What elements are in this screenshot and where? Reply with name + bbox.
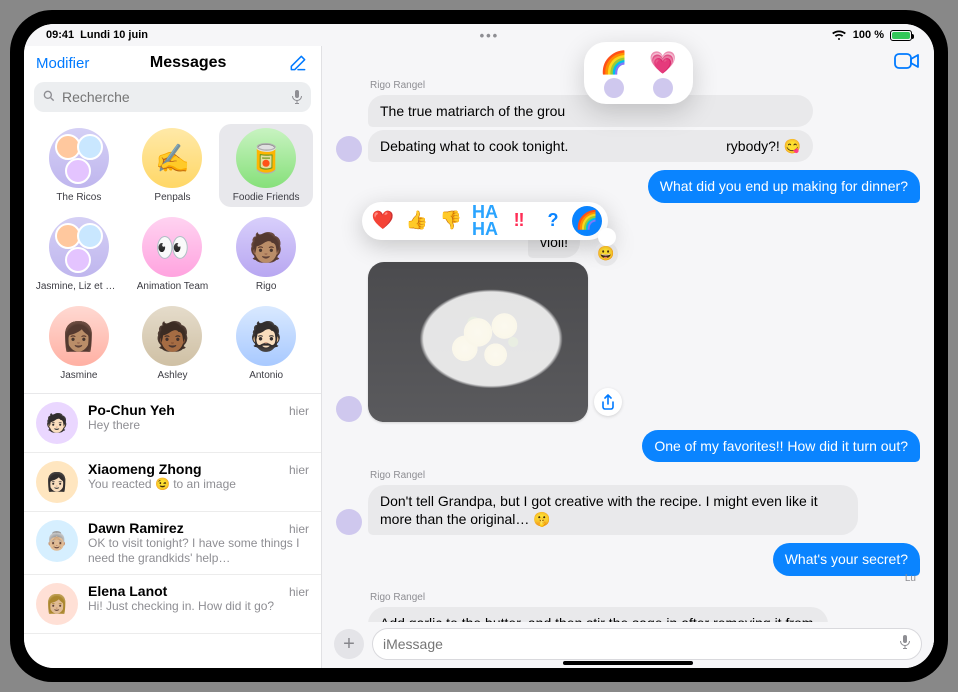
rainbow-icon: 🌈 <box>600 50 627 76</box>
list-item[interactable]: 👩🏼 Elena Lanothier Hi! Just checking in.… <box>24 575 321 634</box>
reaction-rainbow[interactable]: 🌈 <box>600 50 627 98</box>
conv-preview: OK to visit tonight? I have some things … <box>88 536 309 566</box>
conv-name: Xiaomeng Zhong <box>88 461 289 477</box>
list-item[interactable]: 👩🏻 Xiaomeng Zhonghier You reacted 😉 to a… <box>24 453 321 512</box>
ipad-frame: 09:41 Lundi 10 juin ••• 100 % Modifier <box>10 10 948 682</box>
tapback-exclaim[interactable]: ‼ <box>504 206 534 236</box>
reaction-heart[interactable]: 💗 <box>649 50 676 98</box>
battery-icon <box>890 30 912 41</box>
dictate-icon[interactable] <box>291 89 303 105</box>
pin-label: Animation Team <box>137 281 209 292</box>
apps-button[interactable]: + <box>334 629 364 659</box>
sender-avatar[interactable] <box>336 136 362 162</box>
tapback-thumbs-up[interactable]: 👍 <box>402 206 432 236</box>
message-input[interactable] <box>383 636 891 652</box>
compose-button[interactable] <box>287 52 309 74</box>
conv-name: Elena Lanot <box>88 583 289 599</box>
pin-label: Foodie Friends <box>233 192 300 203</box>
conv-preview: Hi! Just checking in. How did it go? <box>88 599 309 614</box>
pinned-jasmine[interactable]: 👩🏽 Jasmine <box>32 302 126 385</box>
conv-time: hier <box>289 404 309 418</box>
tapback-picker: ❤️ 👍 👎 HA HA ‼ ? 🌈 😀 <box>362 202 608 240</box>
pinned-conversations: The Ricos ✍️ Penpals 🥫 Foodie Friends Ja… <box>24 120 321 393</box>
message-list[interactable]: Rigo Rangel The true matriarch of the gr… <box>322 80 934 622</box>
pinned-ashley[interactable]: 🧑🏾 Ashley <box>126 302 220 385</box>
status-date: Lundi 10 juin <box>80 29 148 41</box>
status-bar: 09:41 Lundi 10 juin ••• 100 % <box>24 24 934 46</box>
conv-preview: You reacted 😉 to an image <box>88 477 309 492</box>
pinned-the-ricos[interactable]: The Ricos <box>32 124 126 207</box>
conv-time: hier <box>289 585 309 599</box>
sender-name: Rigo Rangel <box>370 470 920 481</box>
search-field[interactable] <box>34 82 311 112</box>
edit-button[interactable]: Modifier <box>36 55 89 72</box>
message-text: rybody?! 😋 <box>726 138 801 154</box>
sender-avatar[interactable] <box>336 509 362 535</box>
reactor-avatar <box>604 78 624 98</box>
conv-name: Po-Chun Yeh <box>88 402 289 418</box>
pin-label: Penpals <box>154 192 190 203</box>
pinned-antonio[interactable]: 🧔🏻 Antonio <box>219 302 313 385</box>
reactor-avatar <box>653 78 673 98</box>
facetime-button[interactable] <box>894 52 920 75</box>
can-icon: 🥫 <box>236 128 296 188</box>
pinned-penpals[interactable]: ✍️ Penpals <box>126 124 220 207</box>
pinned-animation-team[interactable]: 👀 Animation Team <box>126 213 220 296</box>
list-item[interactable]: 👵🏼 Dawn Ramirezhier OK to visit tonight?… <box>24 512 321 575</box>
search-icon <box>42 89 56 106</box>
screen: 09:41 Lundi 10 juin ••• 100 % Modifier <box>24 24 934 668</box>
read-receipt: Lu <box>905 573 920 584</box>
chat-panel: Rigo Rangel The true matriarch of the gr… <box>322 46 934 668</box>
pin-label: Rigo <box>256 281 277 292</box>
conv-time: hier <box>289 463 309 477</box>
pin-label: Jasmine, Liz et Rigo <box>36 281 122 292</box>
dictate-icon[interactable] <box>899 634 911 655</box>
sender-avatar[interactable] <box>336 396 362 422</box>
search-input[interactable] <box>62 89 285 105</box>
pinned-rigo[interactable]: 🧑🏽 Rigo <box>219 213 313 296</box>
status-time: 09:41 <box>46 29 74 41</box>
home-indicator[interactable] <box>563 661 693 665</box>
battery-percent: 100 % <box>853 29 884 41</box>
message-bubble[interactable]: Debating what to cook tonight. rybody?! … <box>368 130 813 162</box>
heart-icon: 💗 <box>649 50 676 76</box>
tapback-heart[interactable]: ❤️ <box>368 206 398 236</box>
tapback-question[interactable]: ? <box>538 206 568 236</box>
message-text: Debating what to cook tonight. <box>380 138 568 154</box>
tapback-add-emoji[interactable]: 😀 <box>594 242 618 266</box>
conv-time: hier <box>289 522 309 536</box>
tapback-haha[interactable]: HA HA <box>470 206 500 236</box>
message-bubble[interactable]: What's your secret? <box>773 543 920 575</box>
conv-preview: Hey there <box>88 418 309 433</box>
pin-label: Ashley <box>157 370 187 381</box>
message-bubble[interactable]: One of my favorites!! How did it turn ou… <box>642 430 920 462</box>
conversation-sidebar: Modifier Messages <box>24 46 322 668</box>
message-bubble[interactable]: The true matriarch of the grou <box>368 95 813 127</box>
message-bubble[interactable]: What did you end up making for dinner? <box>648 170 920 202</box>
tapback-thumbs-down[interactable]: 👎 <box>436 206 466 236</box>
conv-name: Dawn Ramirez <box>88 520 289 536</box>
pin-label: Antonio <box>249 370 283 381</box>
list-item[interactable]: 🧑🏻 Po-Chun Yehhier Hey there <box>24 394 321 453</box>
wifi-icon <box>831 29 847 41</box>
message-bubble[interactable]: Add garlic to the butter, and then stir … <box>368 607 828 623</box>
pinned-jasmine-liz-rigo[interactable]: Jasmine, Liz et Rigo <box>32 213 126 296</box>
pinned-foodie-friends[interactable]: 🥫 Foodie Friends <box>219 124 313 207</box>
pin-label: Jasmine <box>60 370 97 381</box>
tapback-rainbow[interactable]: 🌈 <box>572 206 602 236</box>
sender-name: Rigo Rangel <box>370 592 920 603</box>
pin-label: The Ricos <box>56 192 101 203</box>
multitask-dots-icon[interactable]: ••• <box>480 28 500 43</box>
sidebar-title: Messages <box>89 54 287 72</box>
reactions-summary[interactable]: 🌈 💗 <box>584 42 693 104</box>
image-attachment[interactable] <box>368 262 588 422</box>
eyes-icon: 👀 <box>142 217 202 277</box>
writing-hand-icon: ✍️ <box>142 128 202 188</box>
share-button[interactable] <box>594 388 622 416</box>
conversation-list[interactable]: 🧑🏻 Po-Chun Yehhier Hey there 👩🏻 Xiaomeng… <box>24 393 321 668</box>
message-input-wrapper[interactable] <box>372 628 922 660</box>
message-bubble[interactable]: Don't tell Grandpa, but I got creative w… <box>368 485 858 535</box>
